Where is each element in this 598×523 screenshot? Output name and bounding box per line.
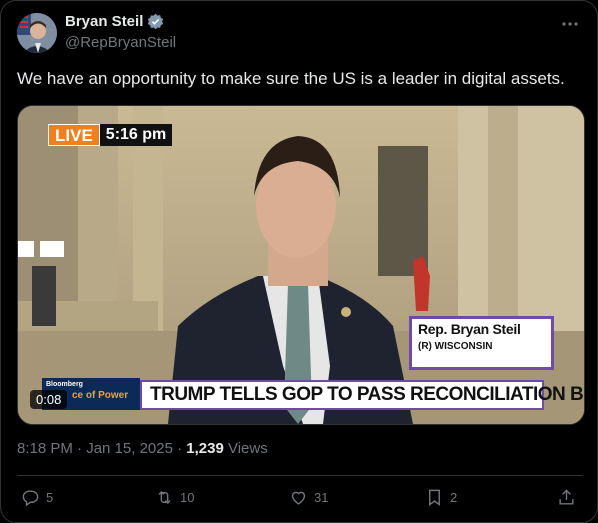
verified-badge-icon [148, 13, 164, 30]
post-meta: 8:18 PM · Jan 15, 2025 · 1,239 Views [17, 440, 268, 457]
live-time: 5:16 pm [99, 124, 173, 146]
bookmark-count: 2 [450, 490, 458, 505]
heart-icon [291, 491, 306, 505]
video-player[interactable]: LIVE 5:16 pm Rep. Bryan Steil (R) WISCON… [17, 105, 585, 425]
network-show: ce of Power [72, 390, 129, 401]
headline-bar: TRUMP TELLS GOP TO PASS RECONCILIATION B… [140, 380, 584, 410]
repost-icon [158, 490, 171, 505]
live-indicator: LIVE 5:16 pm [48, 124, 173, 146]
views-label: Views [227, 440, 268, 457]
share-button[interactable] [557, 488, 576, 507]
like-button[interactable]: 31 [289, 488, 328, 507]
reply-button[interactable]: 5 [21, 488, 53, 507]
divider [17, 475, 583, 476]
views-count: 1,239 [186, 440, 224, 457]
author-name[interactable]: Bryan Steil [65, 13, 143, 30]
repost-count: 10 [180, 490, 195, 505]
action-bar: 5 10 31 2 [17, 488, 583, 512]
like-count: 31 [314, 490, 329, 505]
author-row: Bryan Steil [65, 13, 164, 30]
timestamp[interactable]: 8:18 PM · Jan 15, 2025 · [17, 440, 186, 457]
repost-button[interactable]: 10 [155, 488, 194, 507]
tweet-text: We have an opportunity to make sure the … [17, 69, 565, 88]
bookmark-icon [429, 489, 440, 507]
chyron-name: Rep. Bryan Steil [418, 321, 521, 337]
more-options-icon[interactable] [559, 13, 581, 35]
reply-count: 5 [46, 490, 54, 505]
reply-icon [22, 490, 39, 507]
network-text: Bloomberg [46, 381, 83, 388]
video-frame [18, 106, 584, 424]
avatar[interactable] [17, 13, 57, 53]
video-timer: 0:08 [30, 390, 68, 409]
live-tag: LIVE [48, 124, 100, 146]
name-chyron: Rep. Bryan Steil (R) WISCONSIN [409, 316, 554, 370]
share-icon [559, 489, 574, 505]
tweet-card: Bryan Steil @RepBryanSteil We have an op… [0, 0, 598, 523]
bookmark-button[interactable]: 2 [425, 488, 457, 507]
chyron-state: (R) WISCONSIN [418, 341, 493, 352]
author-handle[interactable]: @RepBryanSteil [65, 34, 176, 51]
